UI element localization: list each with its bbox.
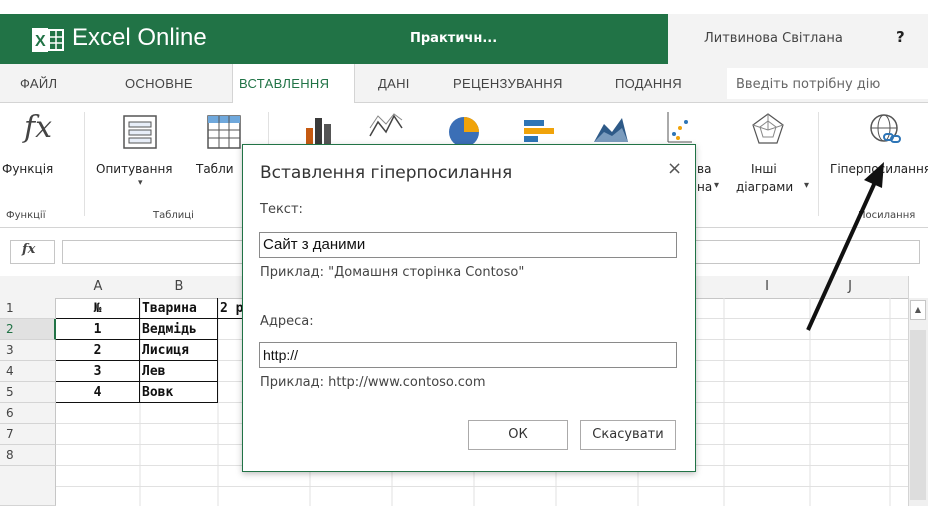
partial-chart-label-2[interactable]: на [697, 180, 712, 194]
annotation-arrow-icon [806, 162, 884, 331]
survey-dropdown-icon[interactable]: ▾ [138, 178, 143, 188]
tab-home[interactable]: ОСНОВНЕ [125, 76, 193, 91]
cell-a5[interactable]: 4 [56, 382, 140, 403]
table-button[interactable]: Табли [196, 162, 234, 176]
row-header-7[interactable]: 7 [0, 424, 56, 445]
tab-review[interactable]: РЕЦЕНЗУВАННЯ [453, 76, 563, 91]
other-charts-label-2[interactable]: діаграми [736, 180, 793, 194]
user-name[interactable]: Литвинова Світлана [704, 31, 843, 46]
text-input[interactable]: Сайт з даними [259, 232, 677, 258]
document-title[interactable]: Практичн... [410, 31, 497, 46]
text-label: Текст: [260, 202, 303, 217]
function-icon[interactable]: fx [24, 110, 52, 145]
row-header-2[interactable]: 2 [0, 319, 56, 340]
svg-text:X: X [35, 33, 46, 50]
col-header-a[interactable]: A [56, 276, 141, 299]
row-header-1[interactable]: 1 [0, 298, 56, 319]
excel-logo-icon[interactable]: X [32, 28, 64, 52]
help-button[interactable]: ? [896, 28, 905, 46]
fx-icon[interactable]: fx [22, 242, 35, 257]
address-label: Адреса: [260, 314, 314, 329]
cell-b3[interactable]: Лисиця [140, 340, 218, 361]
tell-me-placeholder[interactable]: Введіть потрібну дію [736, 77, 880, 92]
address-example: Приклад: http://www.contoso.com [260, 375, 486, 390]
app-name[interactable]: Excel Online [72, 24, 207, 52]
row-header-filler [0, 466, 56, 506]
cell-b4[interactable]: Лев [140, 361, 218, 382]
other-charts-icon[interactable] [748, 110, 788, 150]
row-header-6[interactable]: 6 [0, 403, 56, 424]
pie-chart-icon[interactable] [444, 112, 484, 148]
col-header-i[interactable]: I [724, 276, 811, 299]
survey-icon[interactable] [120, 112, 160, 152]
cancel-button[interactable]: Скасувати [580, 420, 676, 450]
tab-insert[interactable]: ВСТАВЛЕННЯ [239, 76, 329, 91]
address-input[interactable]: http:// [259, 342, 677, 368]
scrollbar-thumb[interactable] [910, 330, 926, 500]
select-all-corner[interactable] [0, 276, 57, 299]
group-label-functions: Функції [6, 210, 46, 221]
dialog-title: Вставлення гіперпосилання [260, 163, 513, 183]
row-header-4[interactable]: 4 [0, 361, 56, 382]
cell-b2[interactable]: Ведмідь [140, 319, 218, 340]
cell-b5[interactable]: Вовк [140, 382, 218, 403]
bar-chart-icon[interactable] [520, 116, 560, 146]
tab-file[interactable]: ФАЙЛ [20, 76, 57, 91]
hyperlink-globe-icon[interactable] [866, 110, 906, 150]
tab-view[interactable]: ПОДАННЯ [615, 76, 682, 91]
cell-a1[interactable]: № [56, 298, 140, 319]
row-header-3[interactable]: 3 [0, 340, 56, 361]
function-button[interactable]: Функція [2, 162, 53, 176]
survey-button[interactable]: Опитування [96, 162, 173, 176]
tab-data[interactable]: ДАНІ [378, 76, 410, 91]
cell-b1[interactable]: Тварина [140, 298, 218, 319]
scatter-chart-icon[interactable] [664, 110, 694, 146]
partial-chart-dropdown-icon[interactable]: ▾ [714, 180, 719, 191]
partial-chart-label-1[interactable]: ва [697, 162, 711, 176]
cell-a4[interactable]: 3 [56, 361, 140, 382]
ribbon-separator [84, 112, 85, 216]
cell-a2[interactable]: 1 [56, 319, 140, 340]
close-icon[interactable]: × [667, 158, 682, 179]
cell-a3[interactable]: 2 [56, 340, 140, 361]
group-label-tables: Таблиці [153, 210, 194, 221]
row-header-5[interactable]: 5 [0, 382, 56, 403]
row-header-8[interactable]: 8 [0, 445, 56, 466]
ok-button[interactable]: ОК [468, 420, 568, 450]
column-chart-icon[interactable] [300, 114, 336, 144]
text-example: Приклад: "Домашня сторінка Contoso" [260, 265, 525, 280]
line-chart-icon[interactable] [366, 110, 406, 144]
area-chart-icon[interactable] [590, 112, 630, 146]
other-charts-label-1[interactable]: Інші [751, 162, 777, 176]
col-header-b[interactable]: B [140, 276, 219, 299]
table-icon[interactable] [196, 112, 242, 152]
scroll-up-arrow-icon[interactable]: ▲ [910, 300, 926, 320]
